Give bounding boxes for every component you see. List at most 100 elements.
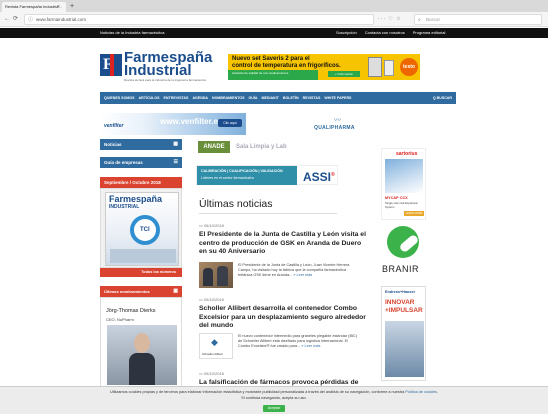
assi-banner[interactable]: CALIBRACIÓN | CUALIFICACIÓN | VALIDACIÓN… xyxy=(196,165,338,185)
person-photo xyxy=(107,325,177,385)
endress-hauser-logo: Endress+Hauser xyxy=(385,290,416,294)
browser-tab-bar: Revista Farmespaña Industria... × + xyxy=(0,0,548,12)
ad-subtext: Garantía de calidad de sus medicamentos. xyxy=(232,71,290,75)
nav-mediakit[interactable]: MEDIAKIT xyxy=(261,96,278,100)
news-headline[interactable]: El Presidente de la Junta de Castilla y … xyxy=(199,231,369,257)
cookie-policy-link[interactable]: Política de cookies. xyxy=(405,390,438,394)
url-text: www.farmaindustrial.com xyxy=(36,17,87,22)
page: { "browser": { "tab_title": "Revista Far… xyxy=(0,0,548,414)
ad-headline-1: Nuevo set Saveris 2 para el xyxy=(232,56,310,62)
site-tagline: Noticias de la Industria farmacéutica xyxy=(100,30,165,35)
top-links: Suscripción Contacta con nosotros Progra… xyxy=(336,28,445,38)
logo-title-line2[interactable]: Industrial xyxy=(124,63,192,78)
news-section-title: Últimas noticias xyxy=(199,198,273,210)
top-link-contacto[interactable]: Contacta con nosotros xyxy=(365,28,405,38)
tab-close-icon[interactable]: × xyxy=(57,2,60,12)
sartorius-image xyxy=(385,159,423,193)
sartorius-logo: sartorius xyxy=(396,151,418,157)
nav-articulos[interactable]: ARTÍCULOS xyxy=(139,96,160,100)
tab-title: Revista Farmespaña Industria... xyxy=(5,4,62,9)
news-thumbnail[interactable]: ◆ Schoeller Allibert xyxy=(199,333,233,359)
browser-search-field[interactable]: ⌕ Buscar xyxy=(414,14,542,25)
venfilter-banner[interactable]: venfilter www.venfilter.es Clic aquí xyxy=(100,113,246,135)
ad-device-image-2 xyxy=(384,60,394,76)
pill-icon xyxy=(387,226,420,258)
eh-headline-1: INNOVAR xyxy=(385,299,415,306)
read-more-link[interactable]: » Leer más xyxy=(301,344,320,348)
endress-hauser-ad[interactable]: Endress+Hauser INNOVAR +IMPULSAR xyxy=(381,286,426,381)
person-role: CEO, NuPharm xyxy=(106,317,134,322)
accept-cookies-button[interactable]: Aceptar xyxy=(263,405,285,412)
sartorius-ad[interactable]: sartorius MYCAP CCX Single-Use Cell Expa… xyxy=(381,148,426,220)
thumb-label: Schoeller Allibert xyxy=(202,352,223,356)
cookie-banner: Utilizamos cookies propias y de terceros… xyxy=(0,386,548,414)
info-icon[interactable]: ⓘ xyxy=(28,16,33,25)
logo-subtitle: Revista técnica para la industria de la … xyxy=(124,78,206,82)
nav-agenda[interactable]: AGENDA xyxy=(192,96,208,100)
venfilter-click-button[interactable]: Clic aquí xyxy=(218,119,242,127)
nav-boletin[interactable]: BOLETÍN xyxy=(283,96,299,100)
branir-logo: BRANIR xyxy=(382,264,420,274)
top-link-suscripcion[interactable]: Suscripción xyxy=(336,28,357,38)
nav-entrevistas[interactable]: ENTREVISTAS xyxy=(164,96,189,100)
main-nav: QUIENES SOMOS ARTÍCULOS ENTREVISTAS AGEN… xyxy=(100,92,456,104)
appointment-card[interactable]: Jörg-Thomas Dierks CEO, NuPharm xyxy=(100,297,182,387)
ad-info-button[interactable]: + Información xyxy=(328,71,360,77)
ad-headline-2: control de temperatura en frigoríficos. xyxy=(232,63,341,69)
nav-nombramientos[interactable]: NOMBRAMIENTOS xyxy=(212,96,244,100)
mycap-subtitle: Single-Use Cell Expansion System xyxy=(385,201,419,209)
back-icon[interactable]: ← xyxy=(4,15,10,24)
top-link-programa[interactable]: Programa editorial xyxy=(413,28,446,38)
news-thumbnail[interactable] xyxy=(199,262,233,288)
ad-device-image xyxy=(368,57,382,77)
sidebar-guia[interactable]: Guía de empresas ☰ xyxy=(100,157,182,168)
venfilter-logo: venfilter xyxy=(104,123,124,129)
url-bar[interactable]: ⓘ www.farmaindustrial.com xyxy=(24,14,374,25)
page-actions-icons[interactable]: ··· ♡ ☆ xyxy=(378,14,402,25)
anade-banner[interactable]: ANADE Sala Limpia y Lab xyxy=(196,138,338,158)
magazine-cover-box[interactable]: Farmespaña INDUSTRIAL TCI xyxy=(100,188,182,268)
search-placeholder: Buscar xyxy=(426,17,441,22)
news-divider xyxy=(199,213,337,214)
sidebar-guia-label: Guía de empresas xyxy=(104,160,143,165)
person-name: Jörg-Thomas Dierks xyxy=(106,308,156,314)
person-face xyxy=(134,333,150,353)
assi-services: CALIBRACIÓN | CUALIFICACIÓN | VALIDACIÓN xyxy=(201,169,283,173)
anade-logo: ANADE xyxy=(198,141,230,153)
news-date: ▭ 05/10/2018 xyxy=(199,371,224,376)
news-headline[interactable]: Scholler Allibert desarrolla el contened… xyxy=(199,305,369,331)
news-date: ▭ 06/10/2018 xyxy=(199,223,224,228)
nav-white-papers[interactable]: WHITE PAPERS xyxy=(324,96,351,100)
sidebar-noticias-label: Noticias xyxy=(104,142,122,147)
nav-quienes-somos[interactable]: QUIENES SOMOS xyxy=(104,96,135,100)
thumb-person xyxy=(217,266,228,286)
news-excerpt: El Presidente de la Junta de Castilla y … xyxy=(238,263,350,277)
anade-text: Sala Limpia y Lab xyxy=(236,144,287,150)
cover-badge: TCI xyxy=(130,215,160,245)
nav-revistas[interactable]: REVISTAS xyxy=(303,96,321,100)
venfilter-url: www.venfilter.es xyxy=(160,117,223,126)
all-issues-link[interactable]: Todos los números xyxy=(100,268,182,277)
logo-accent xyxy=(110,54,114,76)
appointments-title: Últimos nombramientos xyxy=(104,289,150,294)
new-tab-button[interactable]: + xyxy=(70,2,74,12)
grid-icon: ▦ xyxy=(173,288,178,294)
testo-ad-banner[interactable]: Nuevo set Saveris 2 para el control de t… xyxy=(228,54,420,80)
learn-more-button[interactable]: LEARN MORE xyxy=(404,211,424,216)
branir-ad[interactable]: BRANIR xyxy=(381,224,426,282)
magazine-cover-image[interactable]: Farmespaña INDUSTRIAL TCI xyxy=(105,192,179,266)
news-excerpt: El nuevo contenedor intermedio para gran… xyxy=(238,334,358,348)
read-more-link[interactable]: » Leer más xyxy=(293,273,312,277)
news-date: ▭ 05/10/2018 xyxy=(199,297,224,302)
cover-photo xyxy=(110,249,176,263)
search-icon: ⌕ xyxy=(418,17,421,23)
cover-subtitle: INDUSTRIAL xyxy=(109,204,140,210)
nav-guia[interactable]: GUÍA xyxy=(249,96,258,100)
qualipharma-banner[interactable]: 〰 QUALIPHARMA xyxy=(284,113,424,135)
sidebar-noticias[interactable]: Noticias ▦ xyxy=(100,139,182,150)
nav-search-button[interactable]: Q BUSCAR xyxy=(433,96,452,100)
assi-logo: ASSI® xyxy=(303,170,335,184)
cover-title: Farmespaña xyxy=(109,194,163,204)
qualipharma-bird-icon: 〰 xyxy=(334,117,341,124)
reload-icon[interactable]: ⟳ xyxy=(13,15,18,24)
